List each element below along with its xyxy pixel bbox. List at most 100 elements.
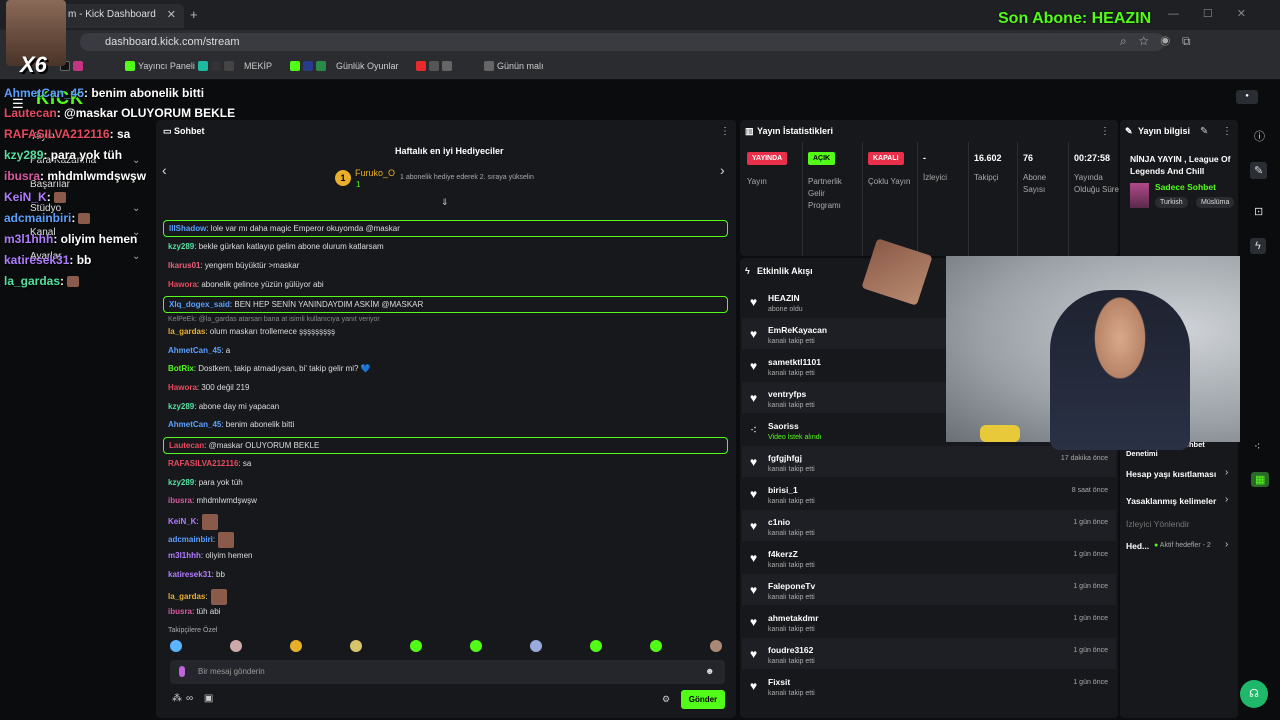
- bolt-icon[interactable]: ϟ: [1250, 238, 1266, 254]
- chat-message[interactable]: Lautecan: @maskar OLUYORUM BEKLE: [163, 437, 728, 454]
- chat-message[interactable]: ibusra: mhdmlwmdşwşw: [168, 496, 257, 505]
- extension-icons[interactable]: ⌕☆◉⧉: [1120, 34, 1203, 49]
- chat-username[interactable]: ibusra: [168, 496, 192, 505]
- chat-message[interactable]: RAFASILVA212116: sa: [168, 459, 251, 468]
- activity-username[interactable]: Fixsit: [768, 677, 790, 687]
- chat-message[interactable]: m3l1hhh: oliyim hemen: [168, 551, 252, 560]
- stats-menu-icon[interactable]: ⋮: [1100, 126, 1110, 137]
- edit-icon[interactable]: ✎: [1250, 162, 1268, 179]
- emote-icon[interactable]: [590, 640, 602, 652]
- chat-message[interactable]: kzy289: abone day mi yapacan: [168, 402, 279, 411]
- info-item-redirect[interactable]: İzleyici Yönlendir: [1126, 519, 1190, 529]
- chevron-left-icon[interactable]: ‹: [162, 162, 167, 178]
- emote-icon[interactable]: [410, 640, 422, 652]
- chevron-right-icon[interactable]: ›: [720, 162, 725, 178]
- chat-username[interactable]: KeiN_K: [168, 517, 196, 526]
- chat-message[interactable]: ibusra: tüh abi: [168, 607, 220, 616]
- chevron-right-icon[interactable]: ›: [1225, 467, 1228, 478]
- emote-icon[interactable]: [290, 640, 302, 652]
- emote-icon[interactable]: [350, 640, 362, 652]
- activity-username[interactable]: sametktl1101: [768, 357, 821, 367]
- chart-icon[interactable]: ▦: [1251, 472, 1270, 487]
- gear-icon[interactable]: ⚙: [662, 694, 670, 705]
- address-input[interactable]: dashboard.kick.com/stream: [80, 33, 1165, 51]
- chat-username[interactable]: kzy289: [168, 478, 194, 487]
- activity-username[interactable]: birisi_1: [768, 485, 798, 495]
- activity-username[interactable]: f4kerzZ: [768, 549, 798, 559]
- chat-message[interactable]: la_gardas:: [168, 589, 227, 605]
- activity-username[interactable]: Saoriss: [768, 421, 799, 431]
- chevron-right-icon[interactable]: ›: [1225, 494, 1228, 505]
- chat-username[interactable]: RAFASILVA212116: [168, 459, 238, 468]
- chat-message[interactable]: lllShadow: lole var mı daha magic Empero…: [163, 220, 728, 237]
- chat-username[interactable]: kzy289: [168, 242, 194, 251]
- chat-message[interactable]: kzy289: para yok tüh: [168, 478, 243, 487]
- bookmark-yayinci-paneli[interactable]: Yayıncı Paneli: [125, 61, 195, 71]
- crop-icon[interactable]: ⊡: [1254, 205, 1263, 218]
- info-icon[interactable]: ⓘ: [1254, 128, 1265, 144]
- activity-username[interactable]: ventryfps: [768, 389, 806, 399]
- send-button[interactable]: Gönder: [681, 690, 725, 709]
- window-controls[interactable]: —☐✕: [1168, 7, 1270, 20]
- chat-username[interactable]: katiresek31: [168, 570, 212, 579]
- chat-username[interactable]: Hawora: [168, 280, 197, 289]
- info-item-banned-words[interactable]: Yasaklanmış kelimeler: [1126, 496, 1216, 506]
- bookmark-gunun-mali[interactable]: Günün malı: [484, 61, 544, 71]
- stream-category[interactable]: Sadece Sohbet: [1155, 182, 1216, 192]
- emote-icon[interactable]: [170, 640, 182, 652]
- emote-icon[interactable]: [650, 640, 662, 652]
- activity-username[interactable]: ahmetakdmr: [768, 613, 819, 623]
- chat-username[interactable]: AhmetCan_45: [168, 346, 221, 355]
- chat-message[interactable]: adcmainbiri:: [168, 532, 235, 548]
- chat-message[interactable]: AhmetCan_45: a: [168, 346, 230, 355]
- chat-username[interactable]: AhmetCan_45: [168, 420, 221, 429]
- chat-username[interactable]: Hawora: [168, 383, 197, 392]
- activity-username[interactable]: c1nio: [768, 517, 790, 527]
- chat-message[interactable]: AhmetCan_45: benim abonelik bitti: [168, 420, 294, 429]
- chat-message[interactable]: Xlq_dogex_said: BEN HEP SENİN YANINDAYDI…: [163, 296, 728, 313]
- chat-tools-icons[interactable]: ⁂∞ ▣: [172, 693, 217, 704]
- chat-message[interactable]: BotRix: Dostkem, takip atmadıysan, bi' t…: [168, 364, 371, 373]
- bookmark-icons-group-4[interactable]: [416, 61, 452, 71]
- close-tab-icon[interactable]: ✕: [167, 8, 176, 21]
- activity-username[interactable]: FaleponeTv: [768, 581, 815, 591]
- chat-message[interactable]: la_gardas: olum maskarı trollemece şşşşş…: [168, 327, 335, 336]
- chevron-right-icon[interactable]: ›: [1225, 539, 1228, 550]
- emote-icon[interactable]: [530, 640, 542, 652]
- chat-username[interactable]: la_gardas: [168, 592, 205, 601]
- activity-username[interactable]: foudre3162: [768, 645, 813, 655]
- tag-muslum[interactable]: Müslüma: [1196, 197, 1235, 208]
- bookmark-icons-group-3[interactable]: [290, 61, 326, 71]
- chat-username[interactable]: Ikarus01: [168, 261, 200, 270]
- chat-username[interactable]: m3l1hhh: [168, 551, 201, 560]
- emoji-icon[interactable]: ☻: [705, 666, 714, 676]
- chat-username[interactable]: Lautecan: [169, 441, 204, 450]
- chat-menu-icon[interactable]: ⋮: [720, 126, 730, 137]
- bookmark-icons-group-2[interactable]: [198, 61, 234, 71]
- info-menu-icon[interactable]: ⋮: [1222, 126, 1232, 137]
- chat-message[interactable]: KeiN_K:: [168, 514, 218, 530]
- emote-icon[interactable]: [470, 640, 482, 652]
- chat-username[interactable]: ibusra: [168, 607, 192, 616]
- info-item-account-age[interactable]: Hesap yaşı kısıtlaması: [1126, 469, 1216, 479]
- avatar[interactable]: ●: [1236, 90, 1258, 104]
- activity-username[interactable]: HEAZIN: [768, 293, 800, 303]
- new-tab-icon[interactable]: +: [190, 7, 198, 22]
- gifter-name[interactable]: Furuko_O: [355, 168, 395, 178]
- chat-message[interactable]: Hawora: 300 değil 219: [168, 383, 249, 392]
- chat-message[interactable]: Ikarus01: yengem büyüktür >maskar: [168, 261, 299, 270]
- edit-icon[interactable]: ✎: [1200, 126, 1208, 137]
- info-item-goals[interactable]: Hed...: [1126, 541, 1149, 551]
- share-icon[interactable]: ⁖: [1254, 440, 1260, 453]
- tag-turkish[interactable]: Turkish: [1155, 197, 1188, 208]
- chat-username[interactable]: adcmainbiri: [168, 535, 213, 544]
- chat-username[interactable]: BotRix: [168, 364, 194, 373]
- activity-username[interactable]: EmReKayacan: [768, 325, 827, 335]
- chat-username[interactable]: lllShadow: [169, 224, 206, 233]
- pin-icon[interactable]: ⇓: [441, 197, 449, 208]
- chevron-down-icon[interactable]: ⌄: [132, 203, 140, 214]
- emote-bar[interactable]: [168, 640, 728, 656]
- emote-icon[interactable]: [230, 640, 242, 652]
- chat-username[interactable]: la_gardas: [168, 327, 205, 336]
- browser-tab[interactable]: m - Kick Dashboard ✕: [60, 4, 184, 28]
